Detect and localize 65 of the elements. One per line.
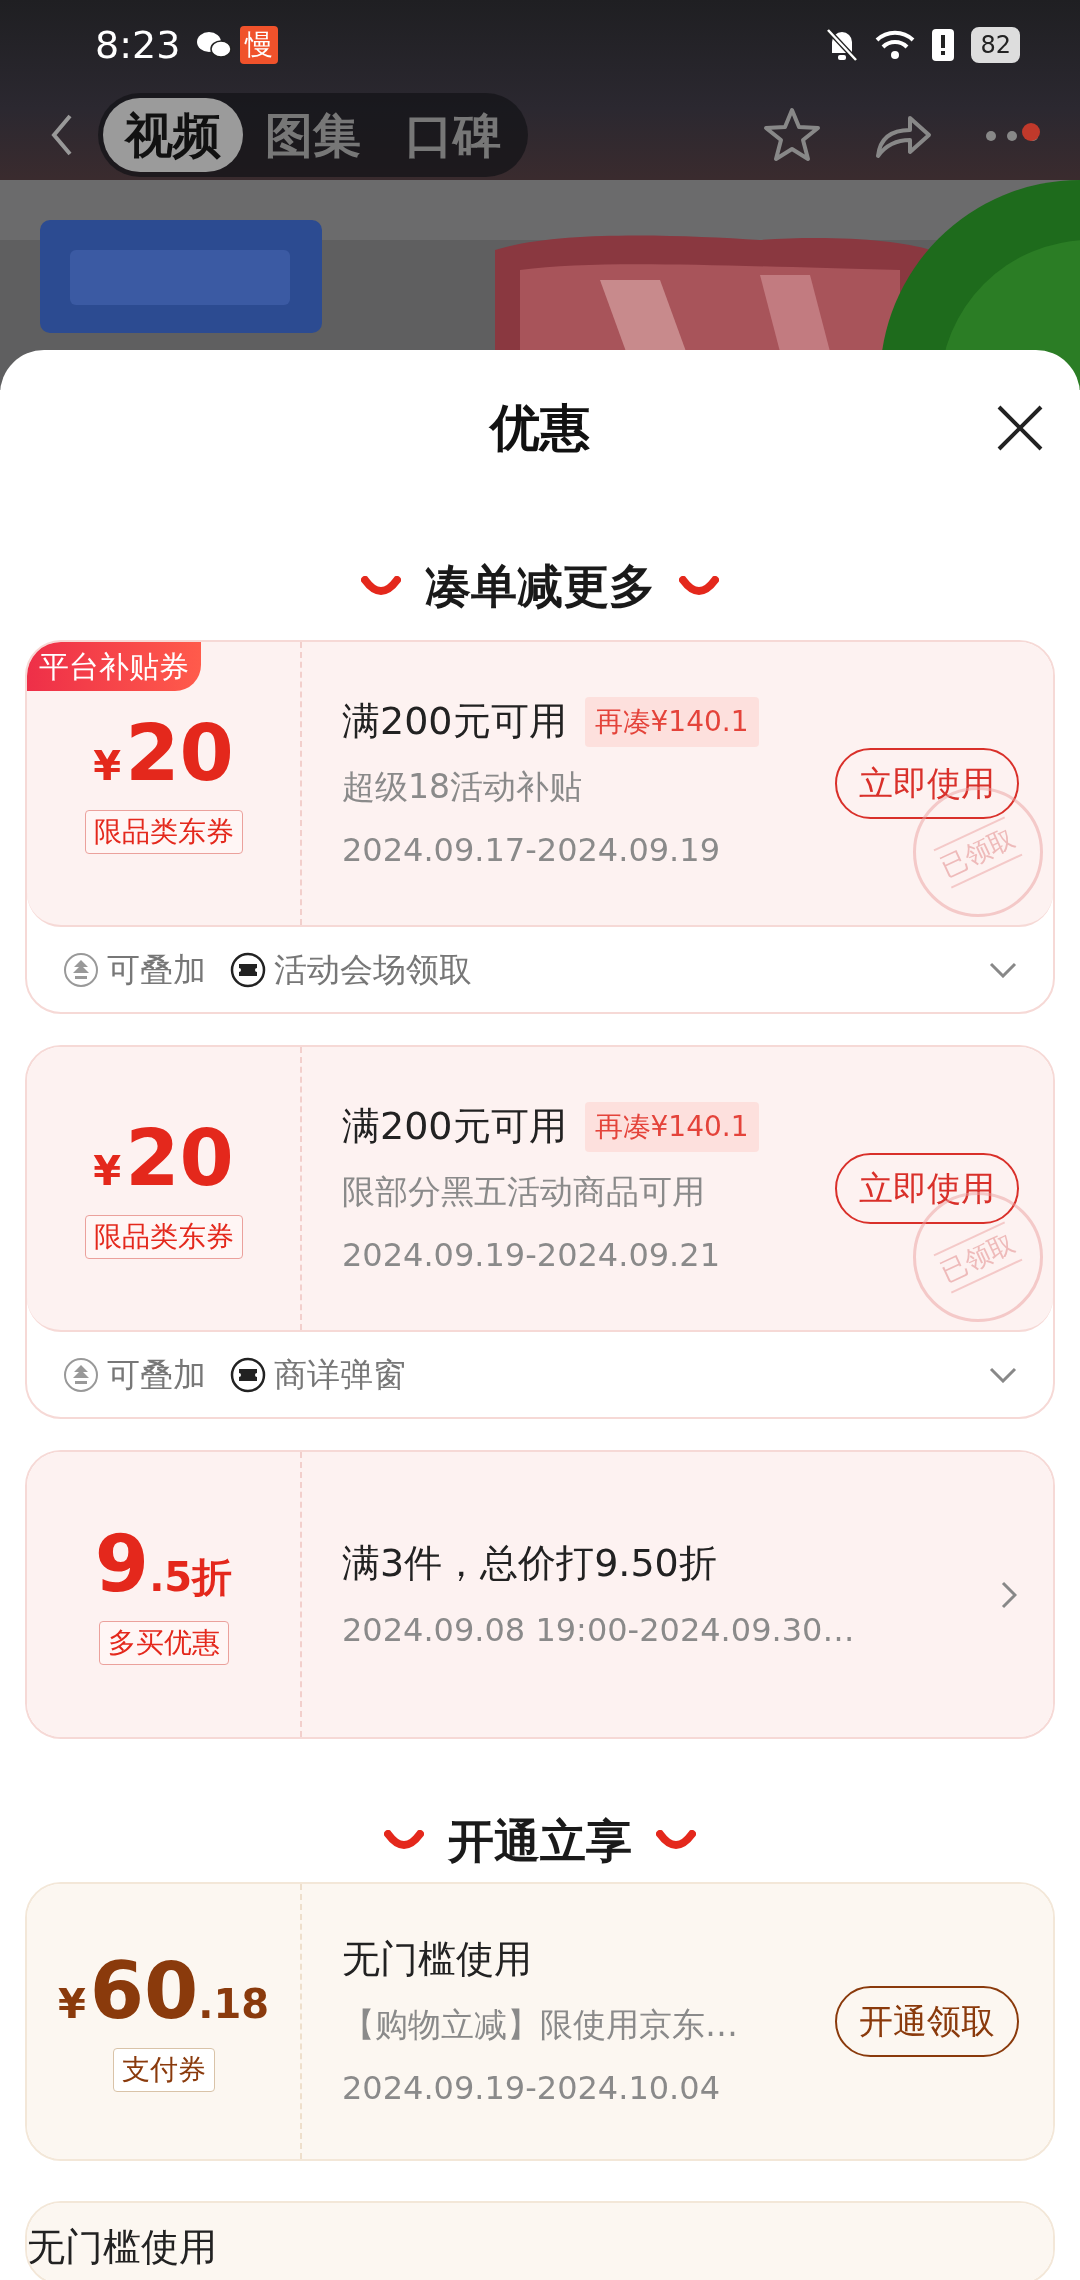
coupon-condition: 满200元可用: [342, 1103, 567, 1151]
claim-source: 活动会场领取: [274, 948, 472, 991]
coupon-type-label: 支付券: [112, 2047, 215, 2092]
smile-mark-icon: [361, 575, 401, 598]
tab[interactable]: 口碑: [383, 98, 523, 172]
tab[interactable]: 图集: [243, 98, 383, 172]
coupon-amount: 60: [89, 1951, 199, 2030]
coupon-amount: 20: [125, 1118, 234, 1197]
validity-period: 2024.09.19-2024.09.21: [342, 1234, 721, 1276]
shortfall-tag: 再凑¥140.1: [584, 1101, 759, 1152]
app-notification-icon: 慢: [240, 26, 279, 64]
coupon-type-label: 限品类东券: [84, 1214, 243, 1259]
sheet-title: 优惠: [490, 397, 590, 458]
claim-source: 商详弹窗: [274, 1353, 406, 1396]
wifi-icon: [875, 29, 916, 61]
coupon-condition: 满3件，总价打9.50折: [342, 1540, 717, 1587]
coupon-description: 超级18活动补贴: [342, 766, 583, 809]
smile-mark-icon: [656, 1830, 696, 1852]
back-button[interactable]: [50, 113, 74, 157]
stack-icon: [63, 1356, 99, 1393]
coupon-tag: 平台补贴券: [27, 642, 201, 691]
smile-mark-icon: [679, 575, 719, 598]
status-time: 8:23: [95, 21, 181, 69]
coupon-type-label: 多买优惠: [98, 1620, 229, 1665]
chat-icon: [196, 30, 233, 60]
bell-muted-icon: [825, 27, 860, 63]
amount-suffix: .5折: [149, 1552, 233, 1602]
validity-period: 2024.09.19-2024.10.04: [342, 2067, 721, 2109]
amount-suffix: .18: [198, 1979, 270, 2029]
back-icon: [50, 113, 74, 157]
coupon-condition: 无门槛使用: [342, 1936, 532, 1984]
use-coupon-button[interactable]: 立即使用: [835, 1153, 1019, 1224]
tab[interactable]: 视频: [103, 98, 243, 172]
ticket-icon: [230, 1356, 266, 1393]
coupon-amount: 20: [125, 713, 234, 792]
use-coupon-button[interactable]: 立即使用: [835, 748, 1019, 819]
smile-mark-icon: [384, 1830, 424, 1852]
validity-period: 2024.09.17-2024.09.19: [342, 829, 721, 871]
coupon-description: 【购物立减】限使用京东…: [342, 2004, 739, 2047]
validity-period: 2024.09.08 19:00-2024.09.30…: [342, 1610, 856, 1651]
currency-symbol: ¥: [57, 1979, 86, 2029]
chevron-down-icon[interactable]: [989, 961, 1017, 978]
star-icon: [762, 106, 822, 164]
ticket-icon: [230, 951, 266, 988]
currency-symbol: ¥: [93, 1146, 122, 1196]
chevron-right-icon[interactable]: [1001, 1580, 1017, 1609]
currency-symbol: ¥: [93, 741, 122, 791]
shortfall-tag: 再凑¥140.1: [584, 696, 759, 747]
sim-alert-icon: [931, 28, 956, 62]
use-coupon-button[interactable]: 开通领取: [835, 1986, 1019, 2057]
close-button[interactable]: [996, 403, 1044, 452]
battery-level: 82: [971, 27, 1020, 63]
section-title: 开通立享: [448, 1812, 632, 1870]
coupon-description: 限部分黑五活动商品可用: [342, 1171, 706, 1214]
close-icon: [996, 403, 1044, 452]
stack-icon: [63, 951, 99, 988]
stackable-label: 可叠加: [107, 1353, 206, 1396]
coupon-amount: 9: [94, 1524, 150, 1603]
coupon-condition: 满200元可用: [342, 698, 567, 746]
section-title: 凑单减更多: [425, 558, 655, 615]
chevron-down-icon[interactable]: [989, 1366, 1017, 1383]
coupon-condition: 无门槛使用: [27, 2224, 217, 2271]
coupon-type-label: 限品类东券: [84, 809, 243, 854]
stackable-label: 可叠加: [107, 948, 206, 991]
favorite-button[interactable]: [762, 106, 822, 164]
